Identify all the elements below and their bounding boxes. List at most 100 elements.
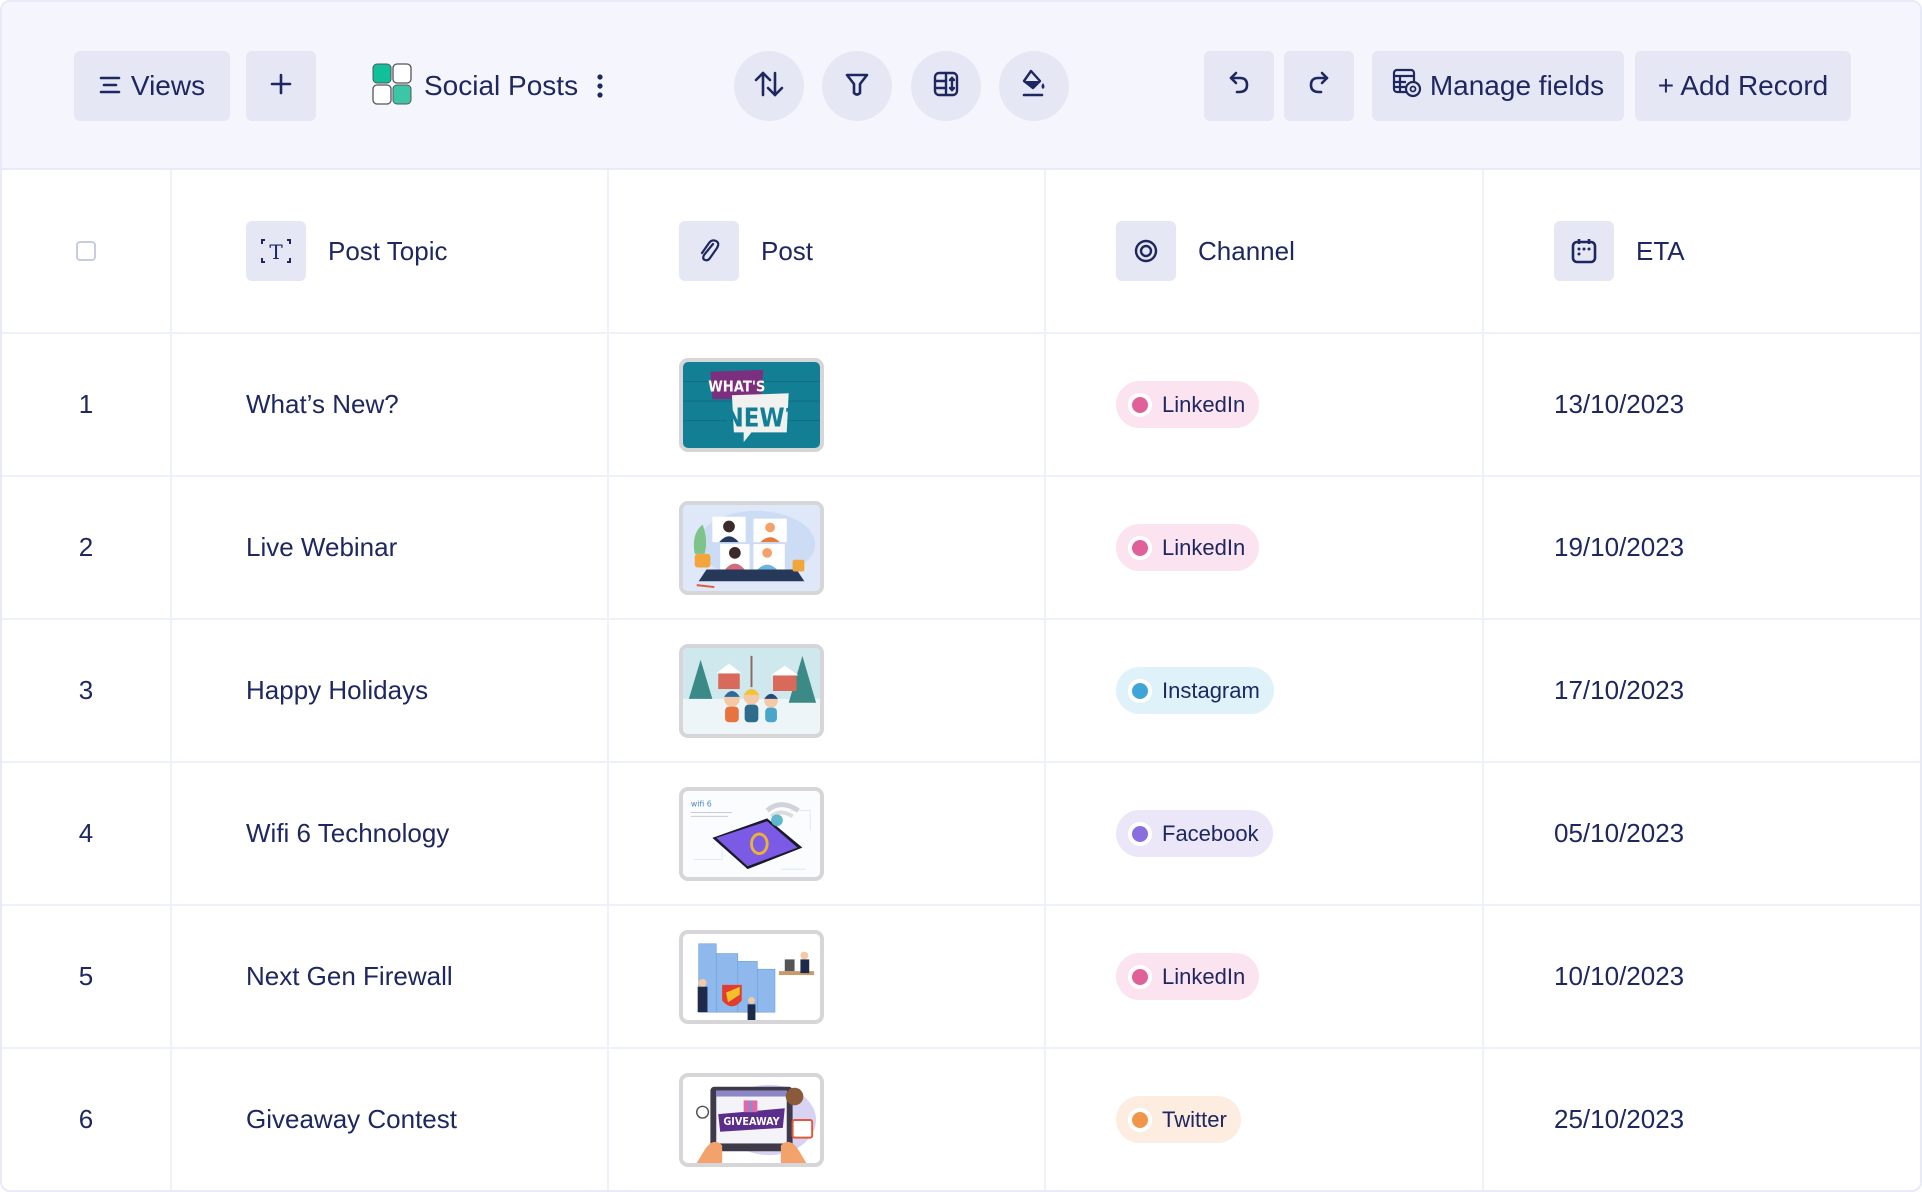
single-select-icon <box>1116 221 1176 281</box>
plus-icon <box>270 70 292 102</box>
add-record-button[interactable]: + Add Record <box>1635 51 1851 121</box>
select-all-cell <box>2 170 172 332</box>
post-topic-cell[interactable]: What’s New? <box>172 334 609 475</box>
table-name[interactable]: Social Posts <box>424 70 578 102</box>
post-cell[interactable]: GIVEAWAY <box>609 1049 1046 1190</box>
table-row[interactable]: 4 Wifi 6 Technology wifi 6 Facebook 05/1… <box>2 763 1920 906</box>
channel-badge-linkedin[interactable]: LinkedIn <box>1116 524 1260 571</box>
sort-button[interactable] <box>734 51 804 121</box>
channel-cell[interactable]: Facebook <box>1046 763 1484 904</box>
channel-cell[interactable]: Twitter <box>1046 1049 1484 1190</box>
row-height-button[interactable] <box>911 51 981 121</box>
column-label: Post Topic <box>328 235 448 266</box>
eta-date: 17/10/2023 <box>1554 675 1685 705</box>
channel-label: LinkedIn <box>1162 534 1246 560</box>
post-topic-cell[interactable]: Giveaway Contest <box>172 1049 609 1190</box>
post-topic: What’s New? <box>246 389 399 419</box>
column-header-channel[interactable]: Channel <box>1046 170 1484 332</box>
row-number-cell: 3 <box>2 620 172 761</box>
eta-cell[interactable]: 10/10/2023 <box>1484 906 1920 1047</box>
eta-date: 25/10/2023 <box>1554 1104 1685 1134</box>
channel-badge-linkedin[interactable]: LinkedIn <box>1116 381 1260 428</box>
add-view-button[interactable] <box>246 51 316 121</box>
giveaway-thumbnail[interactable]: GIVEAWAY <box>679 1072 824 1167</box>
channel-badge-instagram[interactable]: Instagram <box>1116 667 1274 714</box>
channel-dot-icon <box>1128 678 1152 703</box>
svg-text:T: T <box>269 240 283 264</box>
post-topic-cell[interactable]: Next Gen Firewall <box>172 906 609 1047</box>
eta-cell[interactable]: 19/10/2023 <box>1484 477 1920 618</box>
post-topic-cell[interactable]: Happy Holidays <box>172 620 609 761</box>
post-cell[interactable] <box>609 906 1046 1047</box>
table-settings-icon <box>1392 68 1422 105</box>
channel-dot-icon <box>1128 1107 1152 1132</box>
post-cell[interactable]: wifi 6 <box>609 763 1046 904</box>
manage-fields-button[interactable]: Manage fields <box>1372 51 1624 121</box>
post-topic: Happy Holidays <box>246 675 429 705</box>
row-number-cell: 6 <box>2 1049 172 1190</box>
wifi6-thumbnail[interactable]: wifi 6 <box>679 786 824 881</box>
table-row[interactable]: 6 Giveaway Contest GIVEAWAY Twitter 25/1… <box>2 1049 1920 1190</box>
whats-new-thumbnail[interactable]: WHAT'S NEW? <box>679 357 824 452</box>
channel-cell[interactable]: Instagram <box>1046 620 1484 761</box>
channel-badge-facebook[interactable]: Facebook <box>1116 810 1273 857</box>
holidays-thumbnail[interactable] <box>679 643 824 738</box>
eta-date: 13/10/2023 <box>1554 389 1685 419</box>
svg-text:WHAT'S: WHAT'S <box>708 378 765 395</box>
eta-cell[interactable]: 13/10/2023 <box>1484 334 1920 475</box>
manage-fields-label: Manage fields <box>1429 70 1605 101</box>
filter-button[interactable] <box>822 51 892 121</box>
post-topic-cell[interactable]: Live Webinar <box>172 477 609 618</box>
post-topic: Giveaway Contest <box>246 1104 457 1134</box>
column-header-post[interactable]: Post <box>609 170 1046 332</box>
app-frame: Views Social Posts Manage fields + Add R… <box>0 0 1922 1192</box>
redo-icon <box>1308 70 1330 102</box>
column-header-eta[interactable]: ETA <box>1484 170 1920 332</box>
row-number-cell: 4 <box>2 763 172 904</box>
undo-button[interactable] <box>1204 51 1274 121</box>
eta-cell[interactable]: 05/10/2023 <box>1484 763 1920 904</box>
row-number: 4 <box>78 818 94 848</box>
table-row[interactable]: 1 What’s New? WHAT'S NEW? LinkedIn 13/10/… <box>2 334 1920 477</box>
views-button[interactable]: Views <box>74 51 230 121</box>
post-cell[interactable] <box>609 620 1046 761</box>
row-number: 2 <box>78 532 94 562</box>
firewall-thumbnail[interactable] <box>679 929 824 1024</box>
eta-date: 10/10/2023 <box>1554 961 1685 991</box>
channel-badge-twitter[interactable]: Twitter <box>1116 1096 1241 1143</box>
more-vertical-icon[interactable] <box>590 71 610 101</box>
row-number: 3 <box>78 675 94 705</box>
table-row[interactable]: 3 Happy Holidays Instagram 17/10/2023 <box>2 620 1920 763</box>
redo-button[interactable] <box>1284 51 1354 121</box>
column-label: Channel <box>1198 235 1295 266</box>
channel-cell[interactable]: LinkedIn <box>1046 477 1484 618</box>
channel-label: LinkedIn <box>1162 391 1246 417</box>
post-topic: Live Webinar <box>246 532 398 562</box>
channel-cell[interactable]: LinkedIn <box>1046 906 1484 1047</box>
table-header-row: T Post Topic Post Channel ETA <box>2 170 1920 334</box>
eta-cell[interactable]: 25/10/2023 <box>1484 1049 1920 1190</box>
channel-label: LinkedIn <box>1162 963 1246 989</box>
eta-cell[interactable]: 17/10/2023 <box>1484 620 1920 761</box>
select-all-checkbox[interactable] <box>76 241 96 261</box>
row-number-cell: 2 <box>2 477 172 618</box>
post-topic-cell[interactable]: Wifi 6 Technology <box>172 763 609 904</box>
column-header-post-topic[interactable]: T Post Topic <box>172 170 609 332</box>
post-cell[interactable] <box>609 477 1046 618</box>
sort-icon <box>754 70 784 103</box>
color-button[interactable] <box>999 51 1069 121</box>
add-record-label: + Add Record <box>1657 70 1829 101</box>
post-cell[interactable]: WHAT'S NEW? <box>609 334 1046 475</box>
calendar-icon <box>1554 221 1614 281</box>
webinar-thumbnail[interactable] <box>679 500 824 595</box>
table-row[interactable]: 5 Next Gen Firewall LinkedIn 10/10/2023 <box>2 906 1920 1049</box>
table-row[interactable]: 2 Live Webinar LinkedIn 19/10/2023 <box>2 477 1920 620</box>
svg-text:GIVEAWAY: GIVEAWAY <box>723 1114 780 1127</box>
column-label: Post <box>761 235 814 266</box>
views-label: Views <box>130 70 206 101</box>
channel-badge-linkedin[interactable]: LinkedIn <box>1116 953 1260 1000</box>
column-label: ETA <box>1636 235 1685 266</box>
channel-cell[interactable]: LinkedIn <box>1046 334 1484 475</box>
row-number-cell: 1 <box>2 334 172 475</box>
channel-dot-icon <box>1128 964 1152 989</box>
